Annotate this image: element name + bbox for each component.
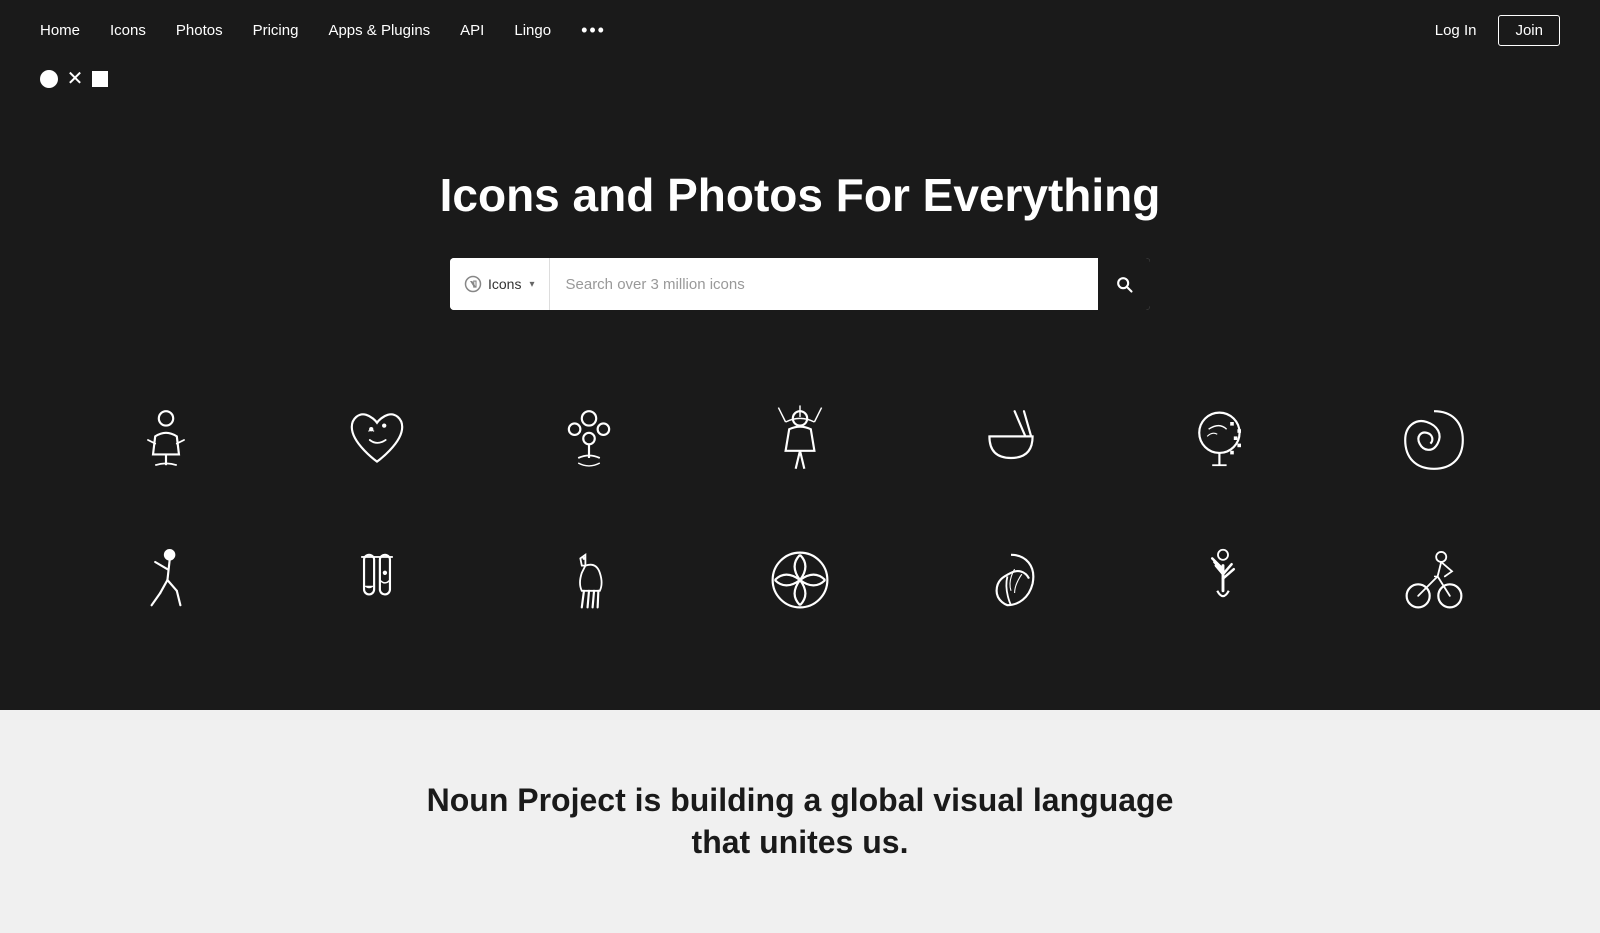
navbar: Home Icons Photos Pricing Apps & Plugins…: [0, 0, 1600, 60]
nav-apps[interactable]: Apps & Plugins: [328, 22, 430, 39]
logo-square: [92, 71, 108, 87]
logo-x: ✕: [66, 70, 84, 88]
hero-title: Icons and Photos For Everything: [440, 168, 1161, 222]
nav-home[interactable]: Home: [40, 22, 80, 39]
bottom-section: Noun Project is building a global visual…: [0, 710, 1600, 933]
join-button[interactable]: Join: [1498, 15, 1560, 46]
nav-api[interactable]: API: [460, 22, 484, 39]
chevron-down-icon: ▾: [529, 279, 534, 290]
icon-spiral-shell[interactable]: [1374, 390, 1494, 490]
icon-native-person[interactable]: [740, 390, 860, 490]
icon-llama[interactable]: [529, 530, 649, 630]
search-input[interactable]: [550, 258, 1099, 310]
search-button[interactable]: [1098, 258, 1150, 310]
icons-row-2: [60, 520, 1540, 640]
icons-row-1: [60, 380, 1540, 500]
logo-circle: [40, 70, 58, 88]
nav-lingo[interactable]: Lingo: [514, 22, 551, 39]
bottom-title: Noun Project is building a global visual…: [427, 780, 1174, 822]
icon-digital-brain[interactable]: [1163, 390, 1283, 490]
icon-flower-lungs[interactable]: [529, 390, 649, 490]
hero-section: Icons and Photos For Everything Icons ▾: [0, 108, 1600, 350]
nav-more[interactable]: •••: [581, 20, 606, 41]
icon-test-tubes[interactable]: [317, 530, 437, 630]
icon-leaf[interactable]: [951, 530, 1071, 630]
logo-shapes: ✕: [0, 60, 1600, 108]
search-bar: Icons ▾: [450, 258, 1150, 310]
icons-section: [0, 350, 1600, 710]
nav-right: Log In Join: [1425, 15, 1560, 46]
search-type-label: Icons: [488, 276, 521, 292]
search-icon: [1114, 274, 1134, 294]
search-type-icon: [464, 275, 482, 293]
nav-pricing[interactable]: Pricing: [253, 22, 299, 39]
icon-bowl-chopsticks[interactable]: [951, 390, 1071, 490]
login-button[interactable]: Log In: [1425, 16, 1487, 45]
nav-icons[interactable]: Icons: [110, 22, 146, 39]
icon-meditation[interactable]: [106, 390, 226, 490]
icon-waving-hands[interactable]: [1163, 530, 1283, 630]
icon-knot-pattern[interactable]: [740, 530, 860, 630]
search-type-selector[interactable]: Icons ▾: [450, 258, 550, 310]
icon-heart-face[interactable]: [317, 390, 437, 490]
nav-photos[interactable]: Photos: [176, 22, 223, 39]
nav-left: Home Icons Photos Pricing Apps & Plugins…: [40, 20, 606, 41]
icon-dancer[interactable]: [106, 530, 226, 630]
bottom-subtitle: that unites us.: [692, 822, 909, 864]
icon-cyclist[interactable]: [1374, 530, 1494, 630]
